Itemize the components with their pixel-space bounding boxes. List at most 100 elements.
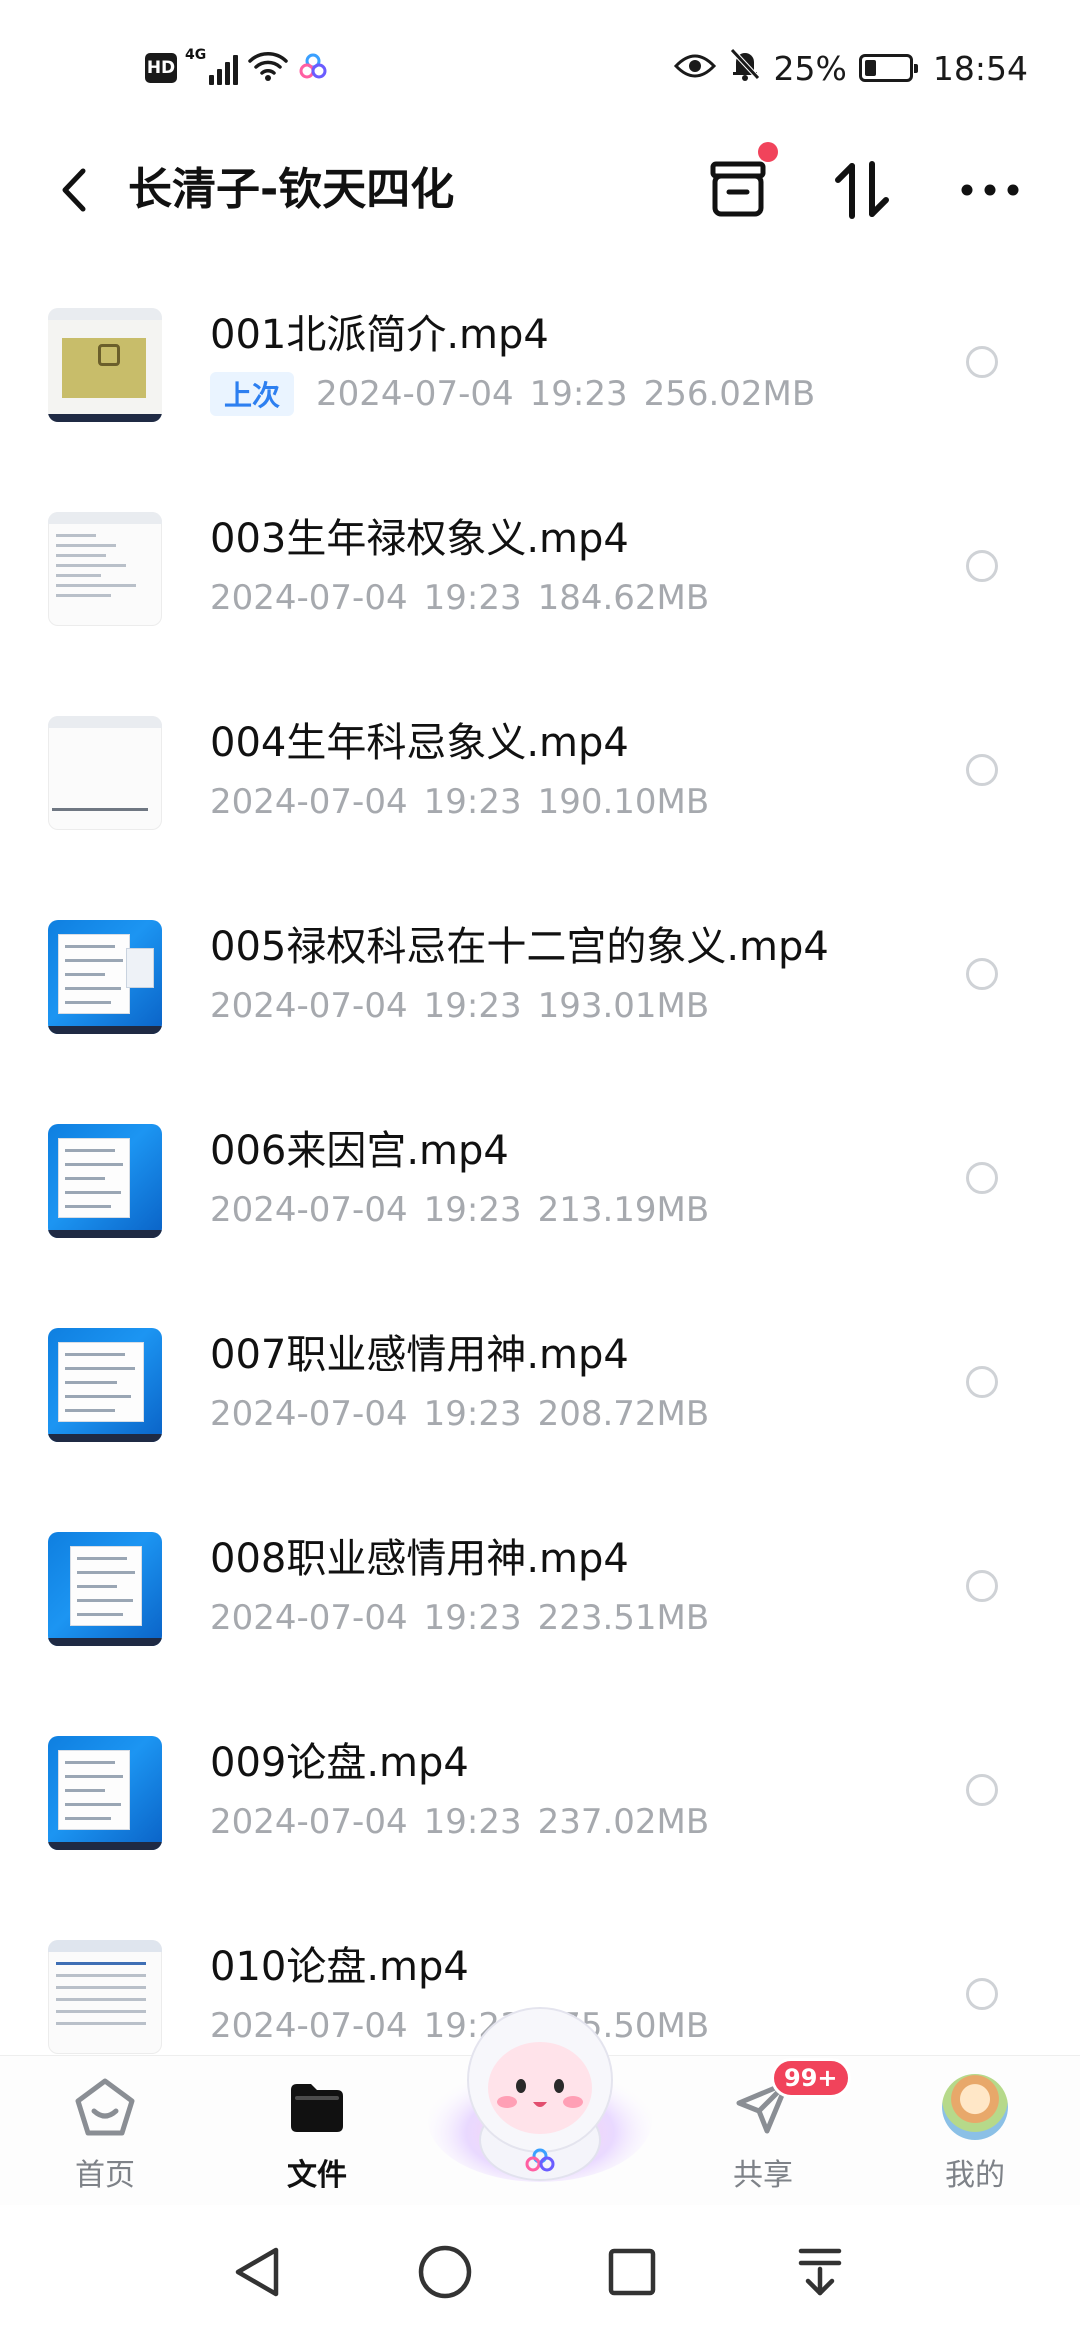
clock: 18:54 — [932, 48, 1028, 88]
bell-muted-icon — [728, 46, 762, 90]
file-time: 19:23 — [423, 1190, 522, 1230]
video-thumbnail — [48, 716, 162, 830]
nav-label-share: 共享 — [733, 2158, 793, 2193]
file-meta: 2024-07-04 19:23 184.62MB — [210, 576, 709, 620]
wifi-icon — [248, 50, 288, 86]
nav-tab-home[interactable]: 首页 — [25, 2056, 185, 2206]
file-size: 193.01MB — [537, 986, 710, 1026]
file-meta: 2024-07-04 19:23 208.72MB — [210, 1392, 709, 1436]
file-size: 190.10MB — [537, 782, 710, 822]
page-title: 长清子-钦天四化 — [128, 164, 455, 215]
file-name: 004生年科忌象义.mp4 — [210, 720, 629, 766]
video-thumbnail — [48, 1736, 162, 1850]
system-navigation-bar — [0, 2205, 1080, 2340]
select-radio[interactable] — [966, 1570, 998, 1602]
nav-tab-files[interactable]: 文件 — [237, 2056, 397, 2206]
file-time: 19:23 — [423, 1394, 522, 1434]
file-name: 010论盘.mp4 — [210, 1944, 469, 1990]
file-size: 208.72MB — [537, 1394, 710, 1434]
status-bar: HD 4G 25% 18:54 — [0, 0, 1080, 130]
back-button[interactable] — [44, 150, 104, 230]
system-recents-button[interactable] — [587, 2227, 677, 2317]
file-name: 001北派简介.mp4 — [210, 312, 549, 358]
file-size: 184.62MB — [537, 578, 710, 618]
nav-tab-share[interactable]: 99+ 共享 — [683, 2056, 851, 2206]
select-radio[interactable] — [966, 1978, 998, 2010]
eye-icon — [673, 49, 716, 88]
file-size: 223.51MB — [537, 1598, 710, 1638]
select-radio[interactable] — [966, 550, 998, 582]
select-radio[interactable] — [966, 754, 998, 786]
system-home-button[interactable] — [400, 2227, 490, 2317]
system-notification-pulldown-button[interactable] — [775, 2227, 865, 2317]
sort-arrows-icon — [835, 161, 889, 219]
video-thumbnail — [48, 1532, 162, 1646]
file-list: 001北派简介.mp4 上次 2024-07-04 19:23 256.02MB… — [0, 260, 1080, 2055]
sort-button[interactable] — [822, 150, 902, 230]
file-date: 2024-07-04 — [210, 1598, 408, 1638]
chevron-left-icon — [62, 168, 86, 212]
home-face-icon — [70, 2072, 140, 2142]
status-bar-left: HD 4G — [145, 45, 328, 91]
file-name: 007职业感情用神.mp4 — [210, 1332, 629, 1378]
video-thumbnail — [48, 920, 162, 1034]
file-row[interactable]: 001北派简介.mp4 上次 2024-07-04 19:23 256.02MB — [0, 260, 1080, 464]
video-thumbnail — [48, 1940, 162, 2054]
file-meta: 2024-07-04 19:23 190.10MB — [210, 780, 709, 824]
file-time: 19:23 — [423, 1802, 522, 1842]
file-time: 19:23 — [529, 374, 628, 414]
select-radio[interactable] — [966, 958, 998, 990]
archive-box-icon — [710, 161, 766, 217]
folder-icon — [282, 2072, 352, 2142]
battery-icon — [858, 54, 918, 82]
archive-button[interactable] — [698, 142, 778, 230]
file-time: 19:23 — [423, 1598, 522, 1638]
file-row[interactable]: 009论盘.mp4 2024-07-04 19:23 237.02MB — [0, 1688, 1080, 1892]
file-name: 008职业感情用神.mp4 — [210, 1536, 629, 1582]
select-radio[interactable] — [966, 1774, 998, 1806]
square-recents-icon — [608, 2248, 656, 2296]
file-meta: 2024-07-04 19:23 193.01MB — [210, 984, 709, 1028]
select-radio[interactable] — [966, 346, 998, 378]
file-name: 003生年禄权象义.mp4 — [210, 516, 629, 562]
system-back-button[interactable] — [212, 2227, 302, 2317]
file-meta: 2024-07-04 19:23 237.02MB — [210, 1800, 709, 1844]
select-radio[interactable] — [966, 1162, 998, 1194]
file-date: 2024-07-04 — [210, 1190, 408, 1230]
pull-down-arrow-icon — [798, 2248, 842, 2296]
file-date: 2024-07-04 — [316, 374, 514, 414]
select-radio[interactable] — [966, 1366, 998, 1398]
top-app-bar: 长清子-钦天四化 — [0, 130, 1080, 250]
circle-home-icon — [418, 2245, 472, 2299]
video-thumbnail — [48, 308, 162, 422]
file-row[interactable]: 007职业感情用神.mp4 2024-07-04 19:23 208.72MB — [0, 1280, 1080, 1484]
file-meta: 2024-07-04 19:23 213.19MB — [210, 1188, 709, 1232]
status-bar-right: 25% 18:54 — [673, 44, 1028, 92]
more-options-button[interactable] — [950, 150, 1030, 230]
file-row[interactable]: 005禄权科忌在十二宫的象义.mp4 2024-07-04 19:23 193.… — [0, 872, 1080, 1076]
file-meta: 2024-07-04 19:23 223.51MB — [210, 1596, 709, 1640]
triangle-back-icon — [235, 2247, 279, 2297]
file-row[interactable]: 006来因宫.mp4 2024-07-04 19:23 213.19MB — [0, 1076, 1080, 1280]
nav-label-mine: 我的 — [945, 2158, 1005, 2193]
file-size: 213.19MB — [537, 1190, 710, 1230]
file-meta: 上次 2024-07-04 19:23 256.02MB — [210, 372, 815, 416]
file-date: 2024-07-04 — [210, 986, 408, 1026]
file-row[interactable]: 008职业感情用神.mp4 2024-07-04 19:23 223.51MB — [0, 1484, 1080, 1688]
file-size: 237.02MB — [537, 1802, 710, 1842]
network-type-label: 4G — [185, 47, 207, 63]
file-row[interactable]: 004生年科忌象义.mp4 2024-07-04 19:23 190.10MB — [0, 668, 1080, 872]
file-time: 19:23 — [423, 986, 522, 1026]
file-row[interactable]: 003生年禄权象义.mp4 2024-07-04 19:23 184.62MB — [0, 464, 1080, 668]
more-dots-icon — [961, 184, 1019, 196]
mascot-center-button[interactable] — [425, 1990, 655, 2190]
file-name: 009论盘.mp4 — [210, 1740, 469, 1786]
hd-badge: HD — [145, 53, 177, 83]
file-name: 006来因宫.mp4 — [210, 1128, 509, 1174]
file-name: 005禄权科忌在十二宫的象义.mp4 — [210, 924, 829, 970]
file-date: 2024-07-04 — [210, 2006, 408, 2046]
file-date: 2024-07-04 — [210, 782, 408, 822]
nav-label-home: 首页 — [75, 2158, 135, 2193]
nav-tab-mine[interactable]: 我的 — [895, 2056, 1055, 2206]
file-date: 2024-07-04 — [210, 578, 408, 618]
